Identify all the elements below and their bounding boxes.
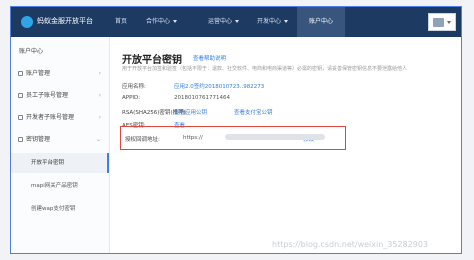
- nav-development[interactable]: 开发中心: [257, 7, 289, 37]
- nav-home-label: 首页: [115, 18, 128, 25]
- sidebar-item-label: 开发者子账号管理: [26, 114, 75, 121]
- sidebar-subitem-mapi-key[interactable]: mapi网关产品密钥: [11, 176, 109, 196]
- auth-callback-highlight: 授权回调地址: https:// 修改: [120, 126, 346, 150]
- sidebar: 账户中心 账户管理 › 员工子账号管理 › 开发者子账号管理 › 密钥管理 ⌄ …: [11, 37, 110, 253]
- chevron-down-icon: [173, 20, 178, 23]
- key-icon: [18, 137, 23, 142]
- chevron-right-icon: ›: [98, 92, 101, 99]
- sidebar-item-label: 账户中心: [19, 48, 44, 55]
- redacted-url: [225, 134, 325, 140]
- chevron-down-icon: [284, 20, 289, 23]
- sidebar-subitem-wap-key[interactable]: 创建wap支付密钥: [11, 199, 109, 219]
- ant-logo-icon: [21, 16, 33, 28]
- row-label: 授权回调地址:: [125, 137, 160, 143]
- sidebar-item-label: 密钥管理: [26, 136, 51, 143]
- sidebar-item-developer-subaccounts[interactable]: 开发者子账号管理 ›: [11, 107, 109, 129]
- nav-development-label: 开发中心: [257, 18, 282, 25]
- main-content: 开放平台密钥 查看帮助说明 用于开放平台加签和验签（包括不限于：退款、社交软件、…: [110, 37, 461, 253]
- user-menu[interactable]: [428, 13, 456, 31]
- sidebar-item-account-center[interactable]: 账户中心: [11, 41, 109, 63]
- sidebar-item-label: 员工子账号管理: [26, 92, 69, 99]
- nav-operations[interactable]: 运营中心: [208, 7, 240, 37]
- nav-operations-label: 运营中心: [208, 18, 233, 25]
- chevron-down-icon: [447, 21, 451, 24]
- browser-frame: 蚂蚁金服开放平台 首页 合作中心 运营中心 开发中心 账户中心 账户中心 账户管…: [10, 6, 462, 254]
- chevron-right-icon: ›: [98, 70, 101, 77]
- staff-icon: [18, 93, 23, 98]
- help-link[interactable]: 查看帮助说明: [193, 54, 226, 62]
- nav-cooperation[interactable]: 合作中心: [146, 7, 178, 37]
- sidebar-subitem-open-platform-key[interactable]: 开放平台密钥: [11, 153, 109, 173]
- chevron-down-icon: [235, 20, 240, 23]
- developer-icon: [18, 115, 23, 120]
- appid-value: 2018010761771464: [174, 95, 230, 101]
- sidebar-item-staff-subaccounts[interactable]: 员工子账号管理 ›: [11, 85, 109, 107]
- chevron-right-icon: ›: [98, 114, 101, 121]
- app-name-value[interactable]: 应用2.0签约2018010723..982273: [174, 82, 264, 90]
- avatar-icon: [433, 18, 444, 27]
- brand-title: 蚂蚁金服开放平台: [37, 17, 93, 25]
- nav-home[interactable]: 首页: [115, 7, 127, 37]
- view-app-public-key-link[interactable]: 查看应用公钥: [174, 108, 207, 116]
- sidebar-subitem-label: 创建wap支付密钥: [31, 206, 76, 212]
- nav-cooperation-label: 合作中心: [146, 18, 171, 25]
- nav-account[interactable]: 账户中心: [297, 7, 345, 37]
- nav-account-label: 账户中心: [308, 18, 333, 25]
- auth-callback-url: https://: [183, 135, 203, 141]
- top-navbar: 蚂蚁金服开放平台 首页 合作中心 运营中心 开发中心 账户中心: [11, 7, 461, 37]
- chevron-down-icon: ⌄: [95, 136, 101, 143]
- user-icon: [18, 71, 23, 76]
- row-label: APPID:: [122, 95, 141, 101]
- view-alipay-public-key-link[interactable]: 查看支付宝公钥: [234, 108, 273, 116]
- page-title: 开放平台密钥: [122, 55, 182, 66]
- watermark: https://blog.csdn.net/weixin_35282903: [272, 240, 429, 249]
- sidebar-item-key-management[interactable]: 密钥管理 ⌄: [11, 129, 109, 151]
- sidebar-item-label: 账户管理: [26, 70, 51, 77]
- sidebar-item-account-management[interactable]: 账户管理 ›: [11, 63, 109, 85]
- page-description: 用于开放平台加签和验签（包括不限于：退款、社交软件、电商和电商渠道等）必需的密钥…: [122, 66, 408, 72]
- sidebar-subitem-label: 开放平台密钥: [31, 160, 65, 166]
- row-label: 应用名称:: [122, 84, 146, 90]
- sidebar-subitem-label: mapi网关产品密钥: [31, 183, 78, 189]
